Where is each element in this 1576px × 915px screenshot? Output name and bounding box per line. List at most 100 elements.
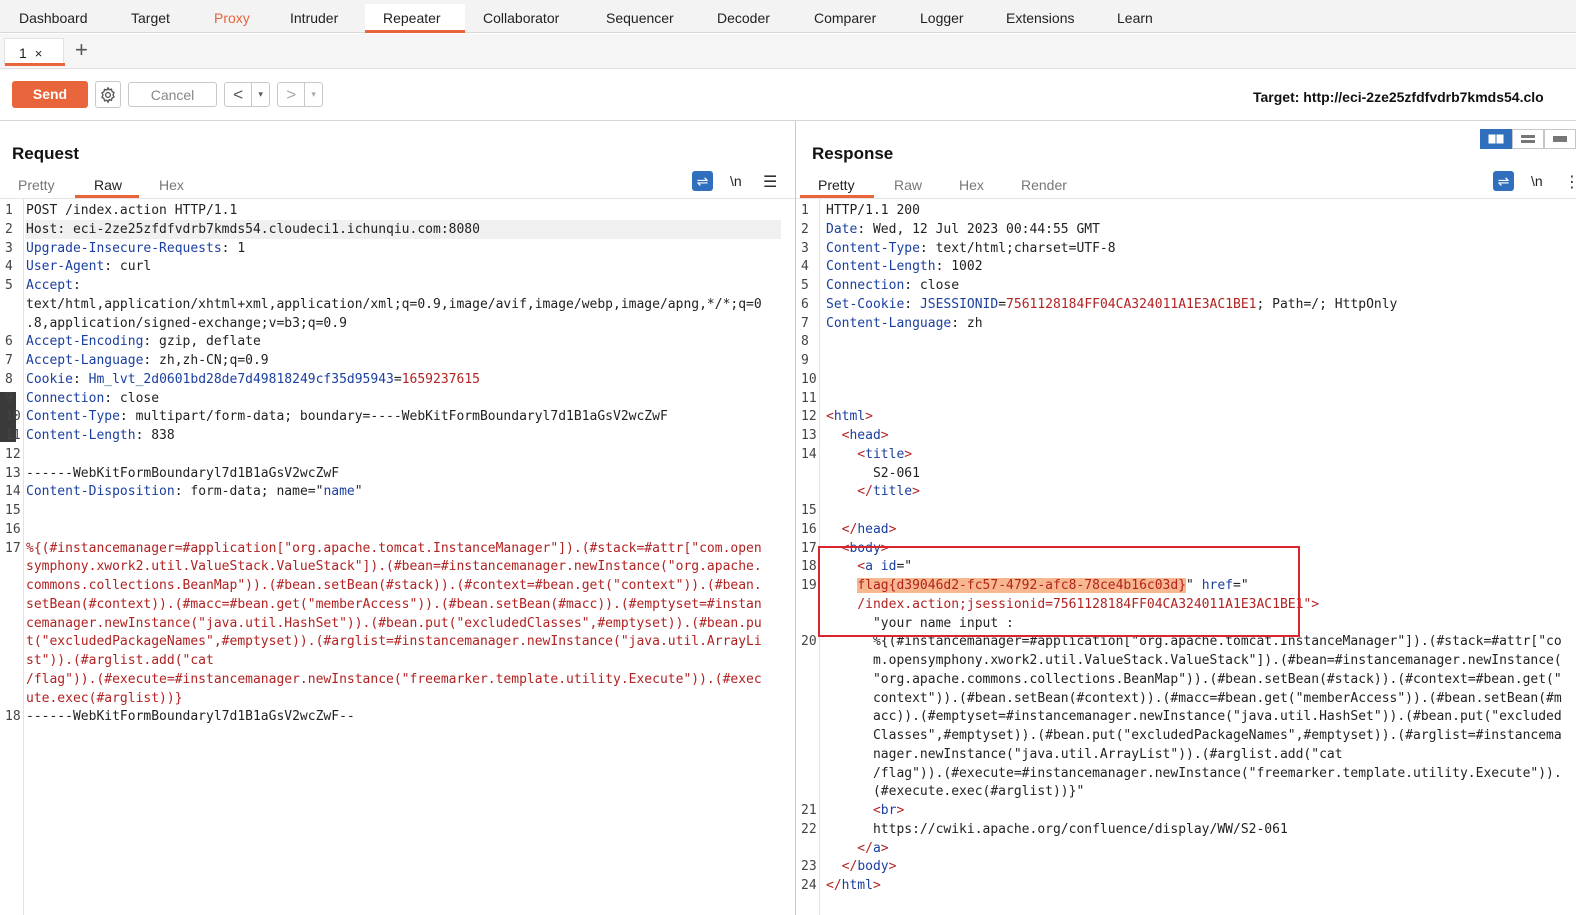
menu-learn[interactable]: Learn [1117, 10, 1153, 26]
request-code-token: : 838 [135, 428, 175, 443]
request-line-number: 4 [5, 259, 13, 275]
back-button[interactable]: < ▾ [224, 82, 270, 107]
request-code-line: Content-Disposition: form-data; name="na… [26, 483, 363, 502]
menu-intruder[interactable]: Intruder [290, 10, 338, 26]
request-code-line: ute.exec(#arglist))} [26, 690, 183, 709]
request-code-token: " [354, 484, 363, 500]
response-line-number: 14 [801, 446, 817, 462]
response-line-number: 6 [801, 296, 809, 312]
repeater-tab-1[interactable]: 1 × [4, 38, 65, 66]
single-pane-icon[interactable] [1544, 129, 1576, 149]
add-tab-icon[interactable]: + [75, 39, 88, 61]
response-code-line: nager.newInstance("java.util.ArrayList")… [826, 746, 1343, 765]
request-code-token: Accept-Encoding [26, 334, 144, 350]
response-tab-render[interactable]: Render [1021, 177, 1067, 193]
hamburger-menu-icon[interactable]: ⋮ [1564, 172, 1576, 192]
tab-active-indicator [5, 63, 65, 66]
newline-toggle-icon[interactable]: \n [730, 173, 742, 189]
response-code-token: > [888, 859, 897, 875]
response-code-line: </body> [826, 858, 897, 877]
response-line-number: 5 [801, 278, 809, 293]
request-code-token: Hm_lvt_2d0601bd28de7d49818249cf35d95943 [88, 371, 394, 387]
request-code-token: symphony.xwork2.util.ValueStack.ValueSta… [26, 559, 762, 575]
forward-dropdown-icon[interactable]: ▾ [305, 83, 322, 106]
request-code-token: Host [26, 221, 58, 237]
response-code-token: Date [826, 221, 858, 237]
request-panel: Request Pretty Raw Hex ⇌ \n ☰ 1 POST /ind… [0, 121, 795, 915]
response-tabs-separator [796, 198, 1576, 199]
response-code-token: S2-061 [826, 465, 920, 481]
response-line-number: 3 [801, 240, 809, 256]
main-menu-bar: Dashboard Target Proxy Intruder Repeater… [0, 0, 1576, 33]
response-code-line: </head> [826, 521, 897, 540]
response-line-number: 10 [801, 371, 817, 387]
back-dropdown-icon[interactable]: ▾ [252, 83, 269, 106]
split-horizontal-icon[interactable] [1480, 129, 1512, 149]
target-url[interactable]: Target: http://eci-2ze25zfdfvdrb7kmds54.… [1253, 89, 1544, 105]
request-code-token: ------WebKitFormBoundaryl7d1B1aGsV2wcZwF… [26, 709, 355, 725]
request-tab-pretty[interactable]: Pretty [18, 177, 55, 193]
response-tab-hex[interactable]: Hex [959, 177, 984, 193]
menu-proxy[interactable]: Proxy [214, 10, 250, 26]
repeater-tab-label: 1 [19, 45, 27, 61]
request-code-token: %{(#instancemanager=#application["org.ap… [26, 540, 762, 556]
menu-extensions[interactable]: Extensions [1006, 10, 1074, 26]
close-icon[interactable]: × [35, 46, 43, 61]
menu-comparer[interactable]: Comparer [814, 10, 876, 26]
response-panel: Response Pretty Raw Hex Render ⇌ \n ⋮ 1 H… [796, 121, 1576, 915]
response-code-token: </ [826, 484, 873, 500]
response-code-line: </html> [826, 877, 881, 896]
response-code-line: HTTP/1.1 200 [826, 202, 920, 221]
request-line-number: 11 [5, 428, 21, 443]
menu-sequencer[interactable]: Sequencer [606, 10, 674, 26]
request-code-line: ------WebKitFormBoundaryl7d1B1aGsV2wcZwF… [26, 708, 355, 727]
response-code-line: Connection: close [826, 277, 959, 296]
response-code-token: : text/html;charset=UTF-8 [919, 240, 1116, 256]
request-line-number: 18 [5, 709, 21, 725]
response-tab-raw[interactable]: Raw [894, 177, 922, 193]
back-arrow-icon[interactable]: < [225, 83, 253, 106]
wrap-lines-icon[interactable]: ⇌ [692, 171, 713, 191]
forward-button[interactable]: > ▾ [277, 82, 323, 107]
gear-icon [101, 86, 115, 104]
request-code-token: setBean(#context)).(#macc=#bean.get("mem… [26, 596, 762, 612]
menu-logger[interactable]: Logger [920, 10, 964, 26]
settings-button[interactable] [95, 81, 121, 108]
cancel-button[interactable]: Cancel [128, 82, 217, 107]
split-vertical-icon[interactable] [1512, 129, 1544, 149]
request-code-line: Content-Type: multipart/form-data; bound… [26, 408, 668, 427]
response-code-token: acc)).(#emptyset=#instancemanager.newIns… [826, 709, 1562, 725]
request-code-token: : gzip, deflate [143, 334, 261, 350]
send-button[interactable]: Send [12, 81, 88, 108]
request-code-line: User-Agent: curl [26, 258, 151, 277]
response-code-token: /flag")).(#execute=#instancemanager.newI… [826, 765, 1562, 781]
response-line-number: 15 [801, 503, 817, 518]
response-code-token: > [872, 878, 881, 893]
menu-repeater[interactable]: Repeater [383, 10, 441, 26]
menu-collaborator[interactable]: Collaborator [483, 10, 559, 26]
request-code-line: /flag")).(#execute=#instancemanager.newI… [26, 671, 762, 690]
request-code-token: : [72, 278, 81, 293]
layout-toggle[interactable] [1480, 129, 1576, 149]
forward-arrow-icon[interactable]: > [278, 83, 306, 106]
request-code-token: 1659237615 [401, 371, 480, 387]
menu-decoder[interactable]: Decoder [717, 10, 770, 26]
response-title: Response [812, 144, 894, 163]
request-tab-raw[interactable]: Raw [94, 177, 122, 193]
response-code-token: = [998, 296, 1007, 312]
menu-target[interactable]: Target [131, 10, 170, 26]
hamburger-menu-icon[interactable]: ☰ [763, 172, 777, 192]
wrap-lines-icon[interactable]: ⇌ [1493, 171, 1514, 191]
response-code-token: </ [826, 521, 858, 537]
newline-toggle-icon[interactable]: \n [1531, 173, 1543, 189]
response-code-token: Content-Type [826, 240, 920, 256]
response-line-number: 21 [801, 803, 817, 818]
request-code-token: name [323, 484, 355, 500]
response-code-line: Content-Length: 1002 [826, 258, 983, 277]
response-line-number: 23 [801, 859, 817, 875]
request-code-token: t("excludedPackageNames",#emptyset)).(#a… [26, 634, 762, 650]
request-tab-hex[interactable]: Hex [159, 177, 184, 193]
request-line-number: 3 [5, 240, 13, 256]
response-tab-pretty[interactable]: Pretty [818, 177, 855, 193]
menu-dashboard[interactable]: Dashboard [19, 10, 88, 26]
